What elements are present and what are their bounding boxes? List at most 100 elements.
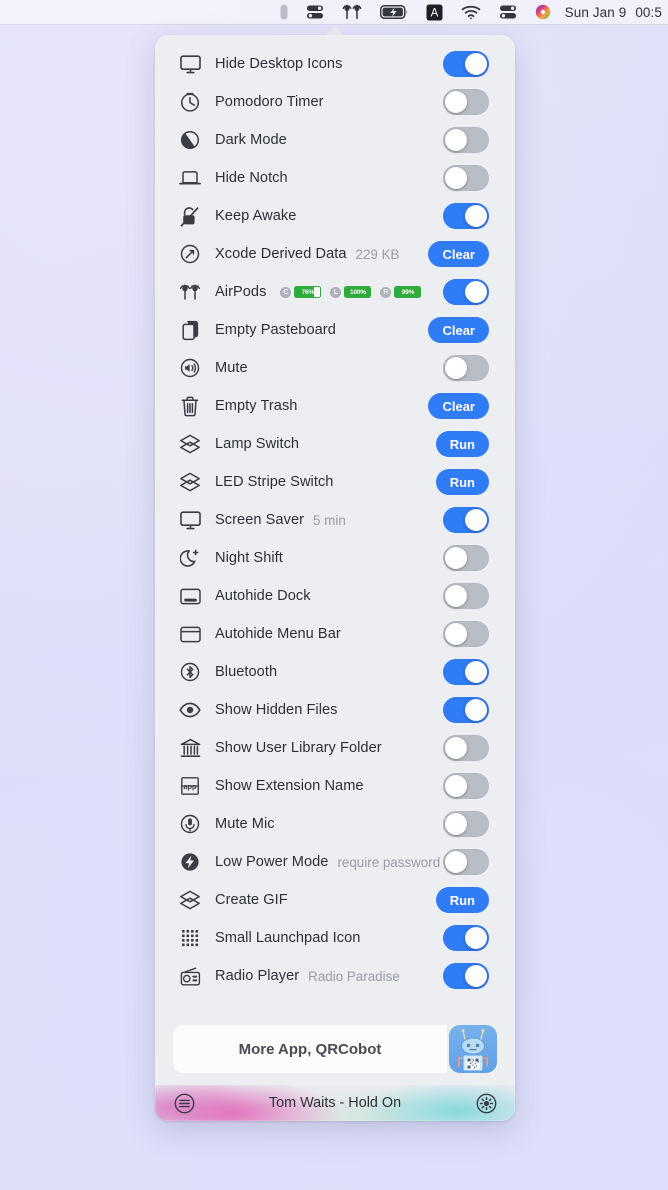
settings-row-label: Radio Player [215,968,300,984]
settings-row-subtitle: 229 KB [355,246,400,262]
toggles-icon[interactable] [297,0,333,25]
settings-row[interactable]: Show User Library Folder [155,729,515,767]
settings-row-subtitle: Radio Paradise [308,968,400,984]
input-source-A-icon[interactable]: A [417,0,452,25]
control-center-icon[interactable] [490,0,526,25]
menubar-clock[interactable]: Sun Jan 9 00:5 [560,5,664,20]
toggle-knob [465,281,487,303]
settings-row-label: Dark Mode [215,132,287,148]
action-button[interactable]: Run [435,431,489,457]
settings-toggle[interactable] [443,583,489,609]
battery-badge: C 76% [280,286,322,298]
settings-toggle[interactable] [443,51,489,77]
battery-meter: 99% [394,286,422,298]
now-playing-title: Tom Waits - Hold On [268,1095,402,1111]
battery-percent: 100% [350,288,366,296]
settings-toggle[interactable] [443,697,489,723]
settings-row[interactable]: Mute [155,349,515,387]
settings-toggle[interactable] [443,279,489,305]
settings-row[interactable]: Keep Awake [155,197,515,235]
action-button[interactable]: Run [435,887,489,913]
settings-toggle[interactable] [443,203,489,229]
settings-toggle[interactable] [443,355,489,381]
settings-row[interactable]: AirPods C 76% L 100% R 99% [155,273,515,311]
settings-row[interactable]: Bluetooth [155,653,515,691]
library-icon [177,736,203,760]
settings-row[interactable]: Empty Trash Clear [155,387,515,425]
settings-gear-icon[interactable] [475,1092,497,1114]
toggle-knob [445,623,467,645]
settings-row[interactable]: Low Power Mode require password [155,843,515,881]
pill-capsule-icon[interactable] [271,0,297,25]
now-playing-bar[interactable]: Tom Waits - Hold On [155,1085,515,1121]
settings-row[interactable]: Small Launchpad Icon [155,919,515,957]
settings-row[interactable]: Hide Desktop Icons [155,45,515,83]
settings-row[interactable]: Create GIF Run [155,881,515,919]
settings-row[interactable]: app Show Extension Name [155,767,515,805]
settings-row-label: Bluetooth [215,664,278,680]
battery-badge: R 99% [380,286,422,298]
settings-row-subtitle: 5 min [313,512,346,528]
settings-toggle[interactable] [443,773,489,799]
airpods-icon[interactable] [333,0,371,25]
battery-badge: L 100% [330,286,372,298]
settings-row[interactable]: Xcode Derived Data 229 KB Clear [155,235,515,273]
settings-row-label: Hide Notch [215,170,288,186]
settings-toggle[interactable] [443,849,489,875]
toggle-knob [465,509,487,531]
battery-letter: C [280,286,292,298]
settings-toggle[interactable] [443,811,489,837]
settings-row[interactable]: Mute Mic [155,805,515,843]
battery-letter: R [380,286,392,298]
settings-toggle[interactable] [443,89,489,115]
more-app-button[interactable]: More App, QRCobot [173,1025,447,1073]
night-shift-icon [177,546,203,570]
battery-charging-icon[interactable] [371,0,417,25]
settings-toggle[interactable] [443,165,489,191]
settings-row-label: Show Extension Name [215,778,364,794]
settings-row-label: LED Stripe Switch [215,474,334,490]
action-button[interactable]: Clear [428,241,489,267]
display-icon [177,52,203,76]
settings-row-label: Mute Mic [215,816,275,832]
settings-row[interactable]: Lamp Switch Run [155,425,515,463]
toggle-knob [445,851,467,873]
dark-mode-icon [177,128,203,152]
settings-row[interactable]: Dark Mode [155,121,515,159]
extension-name-icon: app [177,774,203,798]
qrcobot-app-icon[interactable] [449,1025,497,1073]
action-button[interactable]: Clear [428,317,489,343]
settings-row-label: Autohide Dock [215,588,311,604]
settings-row[interactable]: Radio Player Radio Paradise [155,957,515,995]
low-power-icon [177,850,203,874]
settings-row[interactable]: Hide Notch [155,159,515,197]
microphone-icon [177,812,203,836]
radio-icon [177,964,203,988]
settings-row[interactable]: Autohide Menu Bar [155,615,515,653]
settings-row[interactable]: Night Shift [155,539,515,577]
settings-row[interactable]: Screen Saver 5 min [155,501,515,539]
toggle-knob [445,813,467,835]
settings-row[interactable]: Pomodoro Timer [155,83,515,121]
settings-row[interactable]: Empty Pasteboard Clear [155,311,515,349]
settings-toggle[interactable] [443,545,489,571]
settings-toggle[interactable] [443,659,489,685]
settings-row[interactable]: Autohide Dock [155,577,515,615]
action-button[interactable]: Run [435,469,489,495]
wifi-icon[interactable] [452,0,490,25]
settings-toggle[interactable] [443,735,489,761]
settings-row-label: Small Launchpad Icon [215,930,361,946]
settings-toggle[interactable] [443,127,489,153]
dock-icon [177,584,203,608]
settings-row[interactable]: Show Hidden Files [155,691,515,729]
settings-toggle[interactable] [443,507,489,533]
pasteboard-icon [177,318,203,342]
settings-toggle[interactable] [443,925,489,951]
battery-letter: L [330,286,342,298]
playlist-icon[interactable] [173,1092,195,1114]
color-wheel-icon[interactable] [526,0,560,25]
settings-toggle[interactable] [443,963,489,989]
settings-toggle[interactable] [443,621,489,647]
action-button[interactable]: Clear [428,393,489,419]
settings-row[interactable]: LED Stripe Switch Run [155,463,515,501]
